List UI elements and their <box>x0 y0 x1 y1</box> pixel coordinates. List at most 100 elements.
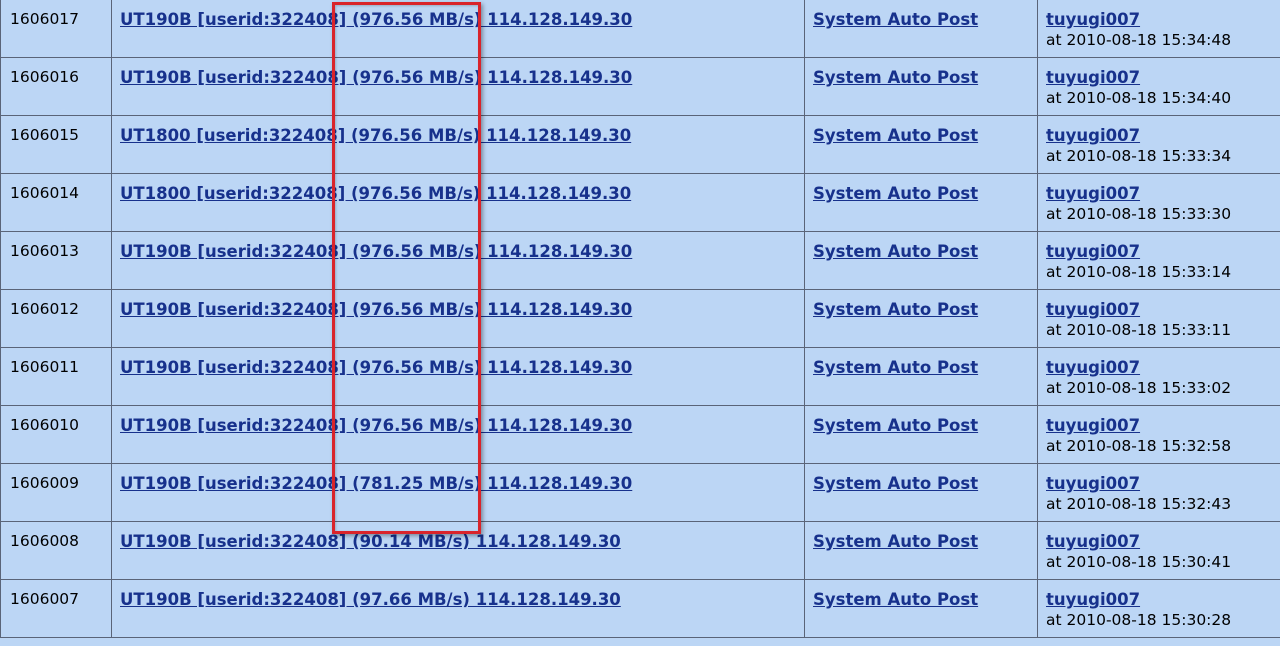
table-row: 1606011 UT190B [userid:322408] (976.56 M… <box>0 347 1280 406</box>
subject-cell: UT190B [userid:322408] (976.56 MB/s) 114… <box>111 57 805 116</box>
post-id: 1606013 <box>0 231 112 290</box>
author-link[interactable]: System Auto Post <box>813 126 978 145</box>
author-cell: System Auto Post <box>804 405 1038 464</box>
author-link[interactable]: System Auto Post <box>813 68 978 87</box>
author-cell: System Auto Post <box>804 231 1038 290</box>
username-link[interactable]: tuyugi007 <box>1046 416 1140 435</box>
post-timestamp: at 2010-08-18 15:33:30 <box>1046 205 1232 223</box>
post-id: 1606011 <box>0 347 112 406</box>
post-timestamp: at 2010-08-18 15:32:58 <box>1046 437 1232 455</box>
username-link[interactable]: tuyugi007 <box>1046 10 1140 29</box>
author-cell: System Auto Post <box>804 347 1038 406</box>
posts-table: 1606017 UT190B [userid:322408] (976.56 M… <box>0 0 1280 638</box>
user-cell: tuyugi007 at 2010-08-18 15:34:40 <box>1037 57 1280 116</box>
author-cell: System Auto Post <box>804 521 1038 580</box>
subject-cell: UT1800 [userid:322408] (976.56 MB/s) 114… <box>111 115 805 174</box>
author-link[interactable]: System Auto Post <box>813 358 978 377</box>
author-link[interactable]: System Auto Post <box>813 184 978 203</box>
post-id-text: 1606008 <box>10 532 80 550</box>
post-timestamp: at 2010-08-18 15:30:28 <box>1046 611 1232 629</box>
posts-table-body: 1606017 UT190B [userid:322408] (976.56 M… <box>0 0 1280 638</box>
subject-link[interactable]: UT190B [userid:322408] (90.14 MB/s) 114.… <box>120 532 621 551</box>
subject-link[interactable]: UT190B [userid:322408] (97.66 MB/s) 114.… <box>120 590 621 609</box>
user-cell: tuyugi007 at 2010-08-18 15:30:41 <box>1037 521 1280 580</box>
author-cell: System Auto Post <box>804 0 1038 58</box>
post-id: 1606014 <box>0 173 112 232</box>
subject-cell: UT190B [userid:322408] (781.25 MB/s) 114… <box>111 463 805 522</box>
username-link[interactable]: tuyugi007 <box>1046 126 1140 145</box>
username-link[interactable]: tuyugi007 <box>1046 532 1140 551</box>
user-cell: tuyugi007 at 2010-08-18 15:34:48 <box>1037 0 1280 58</box>
author-cell: System Auto Post <box>804 115 1038 174</box>
author-link[interactable]: System Auto Post <box>813 416 978 435</box>
subject-link[interactable]: UT190B [userid:322408] (976.56 MB/s) 114… <box>120 416 632 435</box>
post-timestamp: at 2010-08-18 15:30:41 <box>1046 553 1232 571</box>
post-timestamp: at 2010-08-18 15:33:34 <box>1046 147 1232 165</box>
user-cell: tuyugi007 at 2010-08-18 15:32:58 <box>1037 405 1280 464</box>
username-link[interactable]: tuyugi007 <box>1046 590 1140 609</box>
user-cell: tuyugi007 at 2010-08-18 15:32:43 <box>1037 463 1280 522</box>
author-cell: System Auto Post <box>804 289 1038 348</box>
subject-link[interactable]: UT190B [userid:322408] (781.25 MB/s) 114… <box>120 474 632 493</box>
post-id: 1606015 <box>0 115 112 174</box>
author-link[interactable]: System Auto Post <box>813 474 978 493</box>
user-cell: tuyugi007 at 2010-08-18 15:33:30 <box>1037 173 1280 232</box>
subject-cell: UT190B [userid:322408] (976.56 MB/s) 114… <box>111 289 805 348</box>
subject-link[interactable]: UT1800 [userid:322408] (976.56 MB/s) 114… <box>120 126 631 145</box>
user-cell: tuyugi007 at 2010-08-18 15:33:02 <box>1037 347 1280 406</box>
username-link[interactable]: tuyugi007 <box>1046 300 1140 319</box>
table-row: 1606015 UT1800 [userid:322408] (976.56 M… <box>0 115 1280 174</box>
subject-link[interactable]: UT190B [userid:322408] (976.56 MB/s) 114… <box>120 300 632 319</box>
subject-link[interactable]: UT190B [userid:322408] (976.56 MB/s) 114… <box>120 242 632 261</box>
table-row: 1606017 UT190B [userid:322408] (976.56 M… <box>0 0 1280 58</box>
post-timestamp: at 2010-08-18 15:32:43 <box>1046 495 1232 513</box>
post-timestamp: at 2010-08-18 15:34:40 <box>1046 89 1232 107</box>
post-id-text: 1606016 <box>10 68 80 86</box>
subject-cell: UT190B [userid:322408] (976.56 MB/s) 114… <box>111 231 805 290</box>
post-id: 1606012 <box>0 289 112 348</box>
user-cell: tuyugi007 at 2010-08-18 15:33:14 <box>1037 231 1280 290</box>
author-cell: System Auto Post <box>804 173 1038 232</box>
user-cell: tuyugi007 at 2010-08-18 15:33:11 <box>1037 289 1280 348</box>
post-timestamp: at 2010-08-18 15:33:02 <box>1046 379 1232 397</box>
author-cell: System Auto Post <box>804 463 1038 522</box>
author-link[interactable]: System Auto Post <box>813 242 978 261</box>
post-id-text: 1606017 <box>10 10 80 28</box>
author-cell: System Auto Post <box>804 579 1038 638</box>
username-link[interactable]: tuyugi007 <box>1046 242 1140 261</box>
subject-link[interactable]: UT190B [userid:322408] (976.56 MB/s) 114… <box>120 10 632 29</box>
username-link[interactable]: tuyugi007 <box>1046 68 1140 87</box>
table-row: 1606012 UT190B [userid:322408] (976.56 M… <box>0 289 1280 348</box>
post-id-text: 1606013 <box>10 242 80 260</box>
subject-link[interactable]: UT190B [userid:322408] (976.56 MB/s) 114… <box>120 68 632 87</box>
user-cell: tuyugi007 at 2010-08-18 15:33:34 <box>1037 115 1280 174</box>
author-link[interactable]: System Auto Post <box>813 532 978 551</box>
author-link[interactable]: System Auto Post <box>813 590 978 609</box>
post-id-text: 1606007 <box>10 590 80 608</box>
user-cell: tuyugi007 at 2010-08-18 15:30:28 <box>1037 579 1280 638</box>
author-link[interactable]: System Auto Post <box>813 10 978 29</box>
post-id-text: 1606015 <box>10 126 80 144</box>
table-row: 1606016 UT190B [userid:322408] (976.56 M… <box>0 57 1280 116</box>
subject-cell: UT190B [userid:322408] (97.66 MB/s) 114.… <box>111 579 805 638</box>
subject-link[interactable]: UT190B [userid:322408] (976.56 MB/s) 114… <box>120 358 632 377</box>
username-link[interactable]: tuyugi007 <box>1046 474 1140 493</box>
post-id-text: 1606010 <box>10 416 80 434</box>
username-link[interactable]: tuyugi007 <box>1046 358 1140 377</box>
post-timestamp: at 2010-08-18 15:33:14 <box>1046 263 1232 281</box>
username-link[interactable]: tuyugi007 <box>1046 184 1140 203</box>
post-id: 1606008 <box>0 521 112 580</box>
table-row: 1606010 UT190B [userid:322408] (976.56 M… <box>0 405 1280 464</box>
post-id-text: 1606012 <box>10 300 80 318</box>
subject-cell: UT1800 [userid:322408] (976.56 MB/s) 114… <box>111 173 805 232</box>
author-link[interactable]: System Auto Post <box>813 300 978 319</box>
subject-cell: UT190B [userid:322408] (976.56 MB/s) 114… <box>111 347 805 406</box>
table-row: 1606008 UT190B [userid:322408] (90.14 MB… <box>0 521 1280 580</box>
post-id-text: 1606014 <box>10 184 80 202</box>
author-cell: System Auto Post <box>804 57 1038 116</box>
post-id: 1606007 <box>0 579 112 638</box>
post-id: 1606017 <box>0 0 112 58</box>
table-row: 1606009 UT190B [userid:322408] (781.25 M… <box>0 463 1280 522</box>
post-timestamp: at 2010-08-18 15:33:11 <box>1046 321 1232 339</box>
subject-link[interactable]: UT1800 [userid:322408] (976.56 MB/s) 114… <box>120 184 631 203</box>
